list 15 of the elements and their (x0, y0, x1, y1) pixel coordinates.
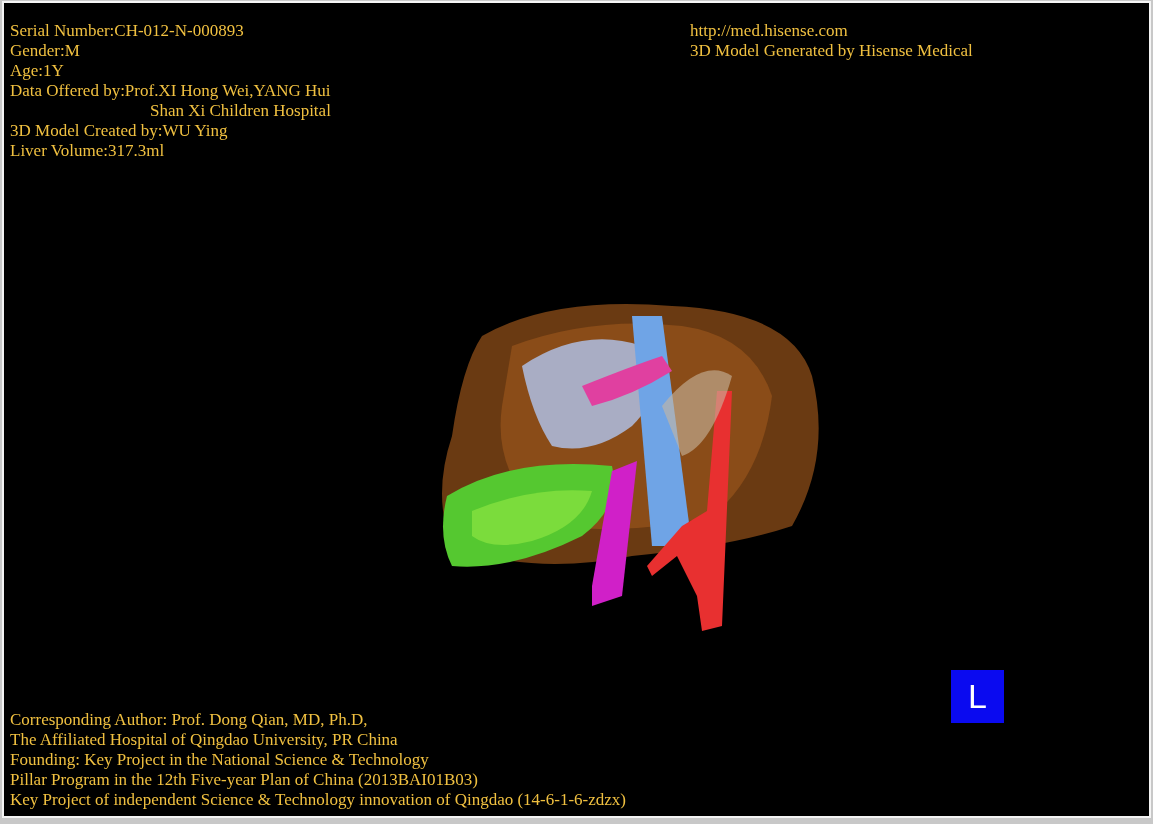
footer-text: Founding: Key Project in the National Science & Technology (10, 750, 430, 770)
info-text: Gender:M (10, 41, 81, 61)
footer-text: Corresponding Author: Prof. Dong Qian, MD, Ph.D, (10, 710, 369, 730)
footer-text: Key Project of independent Science & Technology innovation of Qingdao (14-6-1-6-zdzx) (10, 790, 627, 810)
info-text: 3D Model Generated by Hisense Medical (690, 41, 973, 61)
info-text: Data Offered by:Prof.XI Hong Wei,YANG Hui (10, 81, 332, 101)
footer-text: The Affiliated Hospital of Qingdao University, PR China (10, 730, 399, 750)
info-text: 3D Model Created by:WU Ying (10, 121, 229, 141)
footer-text: Pillar Program in the 12th Five-year Plan of China (2013BAI01B03) (10, 770, 479, 790)
info-text: Shan Xi Children Hospital (149, 101, 332, 121)
orientation-marker: L (951, 670, 1004, 723)
info-text: Age:1Y (10, 61, 65, 81)
info-text: Serial Number:CH-012-N-000893 (10, 21, 245, 41)
info-text: http://med.hisense.com (690, 21, 849, 41)
info-text: Liver Volume:317.3ml (10, 141, 166, 161)
